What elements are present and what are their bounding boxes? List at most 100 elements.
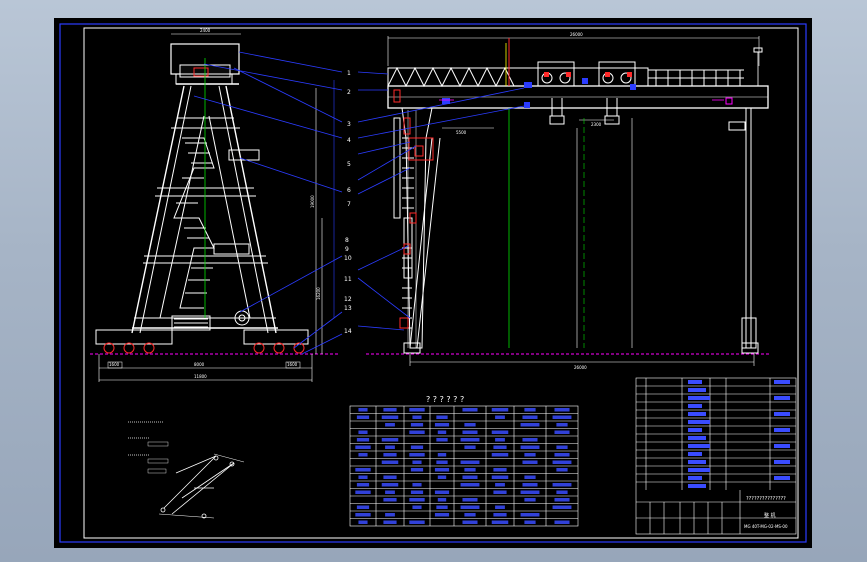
- title-cell-glyph: [688, 388, 706, 392]
- title-cell-glyph: [688, 404, 702, 408]
- part-number-11: 11: [344, 276, 352, 283]
- title-cell-glyph: [774, 444, 790, 448]
- cad-viewport[interactable]: 2400 8000 11800 1600 1600 19000 16200 26…: [54, 18, 812, 548]
- table-cell-glyph: [434, 423, 450, 427]
- part-number-labels: 1 2 3 4 5 6 7 8 9 10 11 12 13 14: [344, 70, 352, 335]
- table-cell-glyph: [491, 453, 509, 457]
- table-cell-glyph: [464, 468, 476, 472]
- title-block-heading: ???????????????: [746, 496, 786, 502]
- table-cell-glyph: [383, 475, 397, 479]
- table-cell-glyph: [410, 445, 424, 449]
- table-cell-glyph: [412, 415, 422, 419]
- table-cell-glyph: [460, 483, 480, 487]
- table-cell-glyph: [460, 438, 480, 442]
- table-cell-glyph: [409, 408, 425, 412]
- title-cell-glyph: [688, 412, 706, 416]
- table-cell-glyph: [520, 423, 540, 427]
- table-cell-glyph: [464, 513, 476, 517]
- table-cell-glyph: [493, 445, 507, 449]
- table-cell-glyph: [437, 453, 447, 457]
- dim-top-width: 2400: [200, 28, 211, 33]
- table-cell-glyph: [554, 520, 570, 524]
- dim-cantilever: 5500: [456, 130, 467, 135]
- table-cell-glyph: [355, 490, 371, 494]
- table-cell-glyph: [436, 505, 448, 509]
- table-cell-glyph: [552, 415, 572, 419]
- title-block-code: MG 40T-MG-02-MS-00: [744, 524, 788, 529]
- parameter-table-title: ? ? ? ? ? ?: [426, 395, 464, 404]
- title-cell-glyph: [688, 420, 710, 424]
- crane-drawing: 2400 8000 11800 1600 1600 19000 16200 26…: [59, 23, 807, 543]
- table-cell-glyph: [464, 423, 476, 427]
- table-cell-glyph: [410, 490, 424, 494]
- side-view: 2400: [90, 28, 340, 382]
- title-cell-glyph: [688, 468, 710, 472]
- table-cell-glyph: [520, 513, 540, 517]
- table-cell-glyph: [522, 415, 538, 419]
- table-cell-glyph: [436, 460, 448, 464]
- table-cell-glyph: [434, 513, 450, 517]
- table-cell-glyph: [358, 520, 368, 524]
- part-number-8: 8: [345, 237, 349, 244]
- dim-height: 19000: [310, 195, 315, 208]
- front-view: [366, 36, 770, 366]
- table-cell-glyph: [554, 408, 570, 412]
- table-cell-glyph: [462, 498, 478, 502]
- title-cell-glyph: [774, 380, 790, 384]
- table-cell-glyph: [410, 423, 424, 427]
- table-cell-glyph: [385, 490, 395, 494]
- table-cell-glyph: [381, 415, 399, 419]
- table-cell-glyph: [552, 483, 572, 487]
- title-cell-glyph: [774, 412, 790, 416]
- table-cell-glyph: [358, 453, 368, 457]
- table-cell-glyph: [491, 408, 509, 412]
- table-cell-glyph: [491, 430, 509, 434]
- table-cell-glyph: [524, 498, 536, 502]
- table-cell-glyph: [556, 423, 568, 427]
- table-cell-glyph: [437, 475, 447, 479]
- part-number-3: 3: [347, 121, 351, 128]
- part-number-4: 4: [347, 137, 351, 144]
- table-cell-glyph: [495, 505, 505, 509]
- outer-frame: [59, 23, 807, 543]
- part-number-14: 14: [344, 328, 352, 335]
- table-cell-glyph: [491, 520, 509, 524]
- table-cell-glyph: [355, 468, 371, 472]
- title-cell-glyph: [688, 476, 702, 480]
- table-cell-glyph: [524, 475, 536, 479]
- table-cell-glyph: [460, 505, 480, 509]
- part-number-12: 12: [344, 296, 352, 303]
- table-cell-glyph: [522, 483, 538, 487]
- side-dim-labels: 8000 11800 1600 1600 19000 16200: [109, 195, 321, 379]
- part-number-7: 7: [347, 201, 351, 208]
- leader-lines: [193, 51, 525, 355]
- table-cell-glyph: [381, 460, 399, 464]
- table-cell-glyph: [409, 430, 425, 434]
- dim-bottom-overall: 8000: [194, 362, 205, 367]
- table-cell-glyph: [524, 408, 536, 412]
- table-cell-glyph: [462, 430, 478, 434]
- part-number-2: 2: [347, 89, 351, 96]
- table-cell-glyph: [385, 423, 395, 427]
- table-cell-glyph: [495, 438, 505, 442]
- table-cell-glyph: [556, 468, 568, 472]
- part-number-1: 1: [347, 70, 351, 77]
- table-cell-glyph: [495, 483, 505, 487]
- table-cell-glyph: [356, 483, 370, 487]
- table-cell-glyph: [520, 490, 540, 494]
- title-cell-glyph: [688, 380, 702, 384]
- table-cell-glyph: [383, 520, 397, 524]
- table-cell-glyph: [356, 438, 370, 442]
- table-cell-glyph: [524, 453, 536, 457]
- table-cell-glyph: [381, 483, 399, 487]
- title-cell-glyph: [688, 436, 706, 440]
- table-cell-glyph: [522, 460, 538, 464]
- table-cell-glyph: [493, 513, 507, 517]
- dim-column-height: 16200: [316, 287, 321, 300]
- title-block-name: 整 机: [764, 512, 776, 519]
- dim-span-bottom: 26000: [574, 365, 587, 370]
- dim-right-wheel: 1600: [287, 362, 298, 367]
- part-number-9: 9: [345, 246, 349, 253]
- table-cell-glyph: [409, 520, 425, 524]
- title-cell-glyph: [774, 476, 790, 480]
